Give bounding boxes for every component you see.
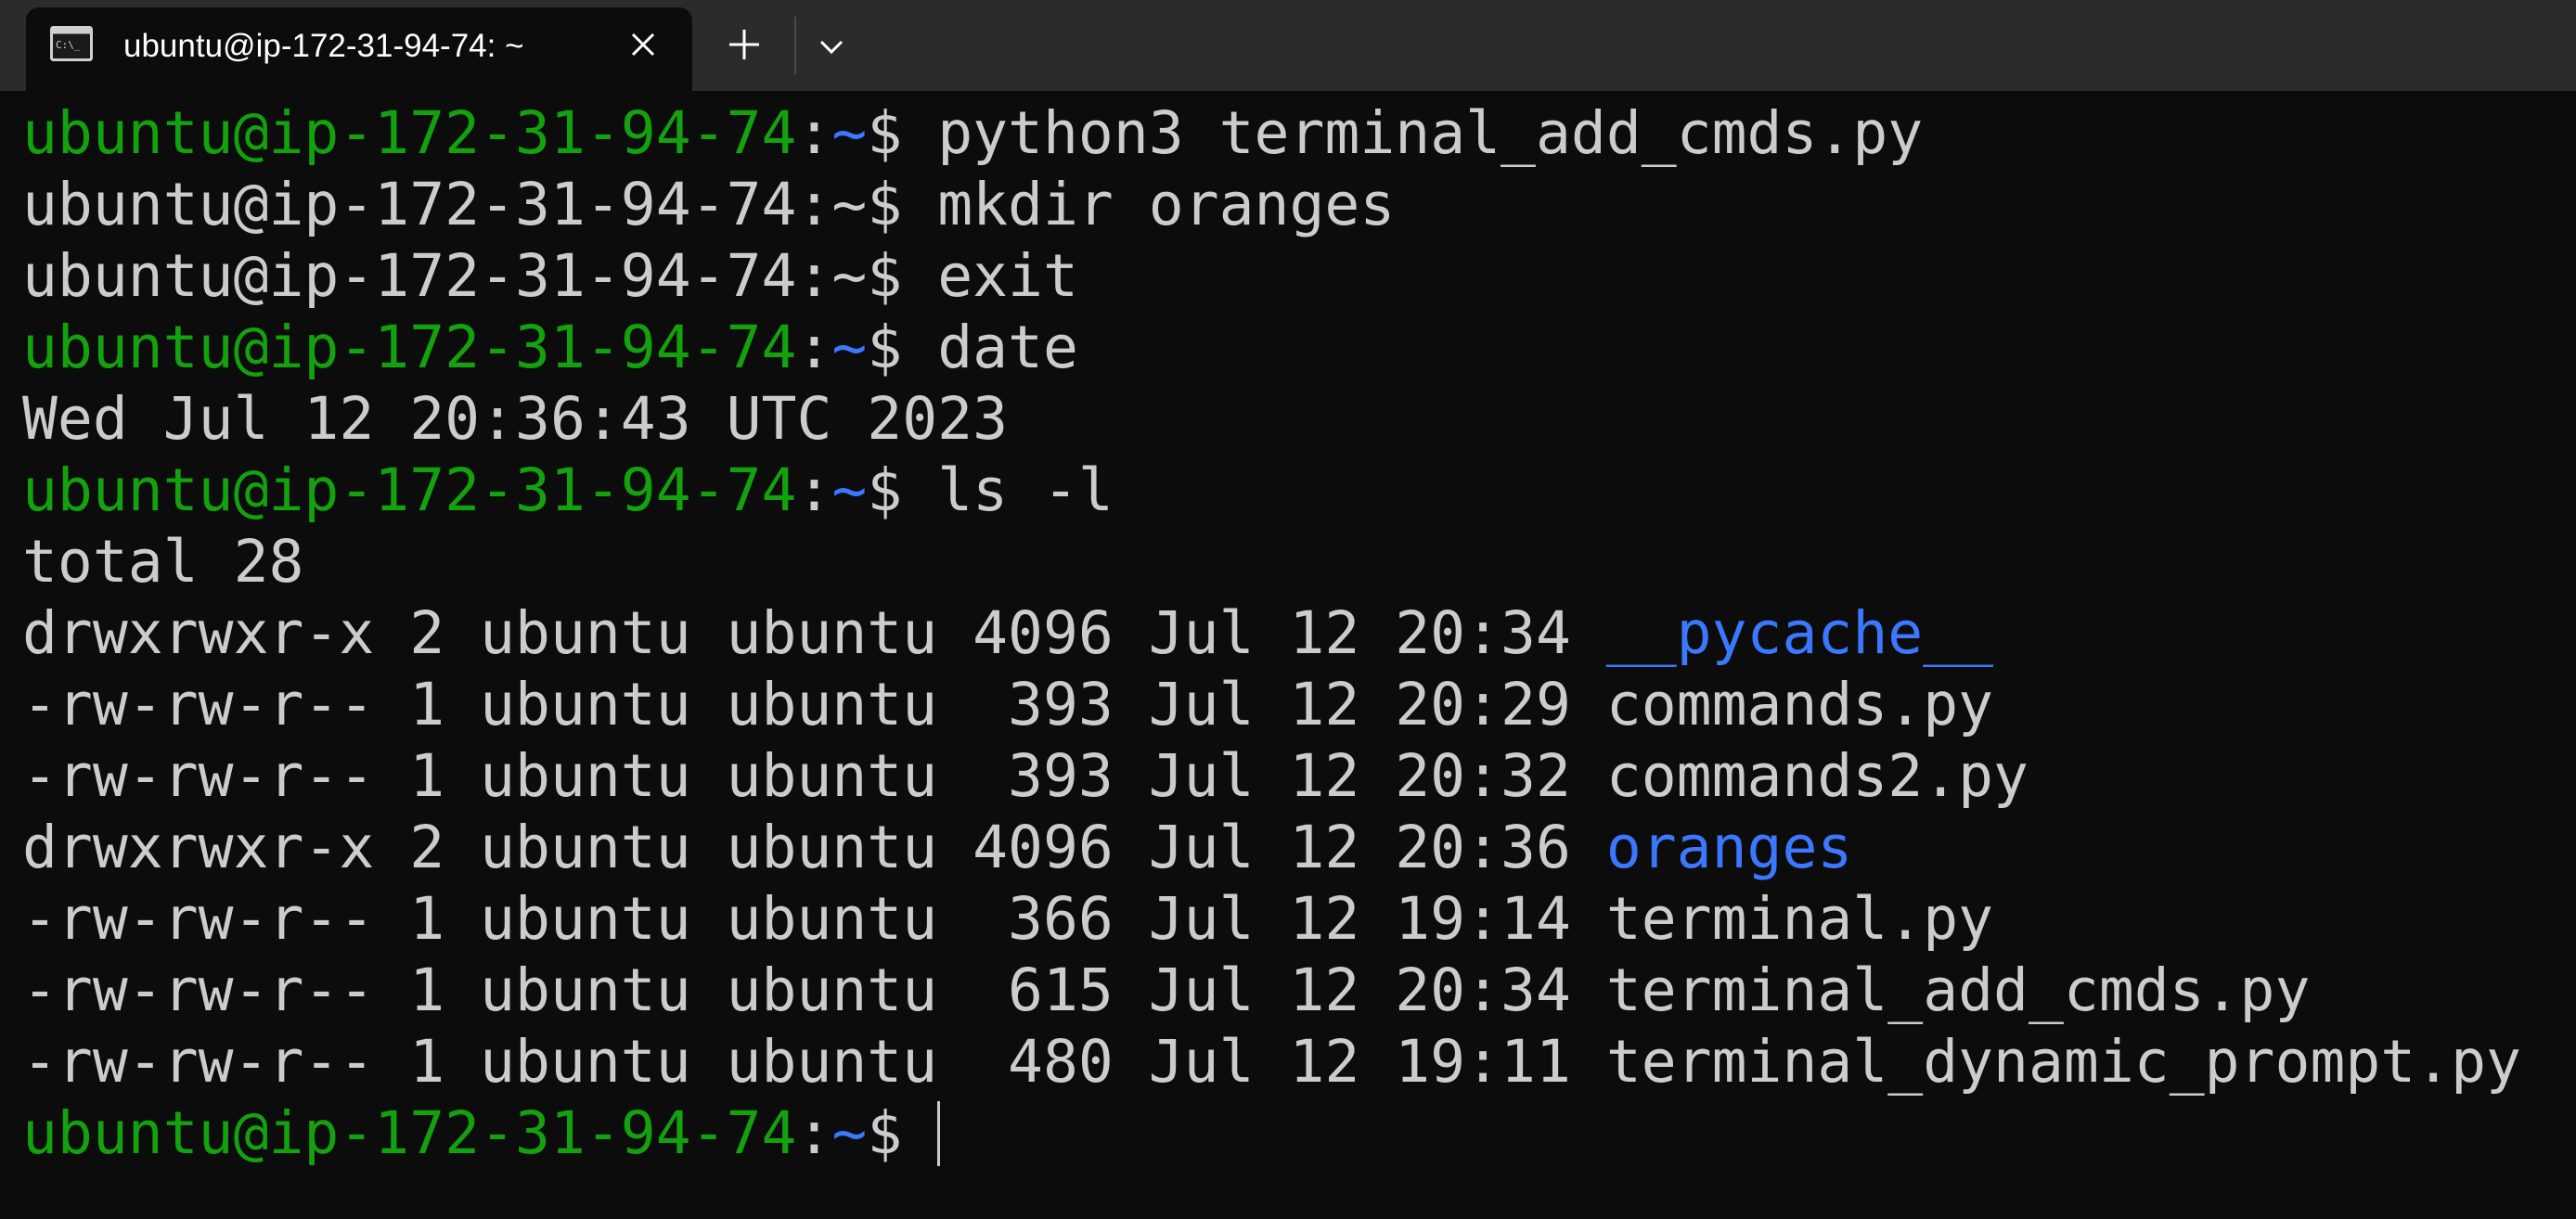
prompt-path: ~ [831,171,868,238]
prompt-line: ubuntu@ip-172-31-94-74:~$ mkdir oranges [22,170,1395,240]
directory-name: __pycache__ [1605,599,1994,667]
prompt-colon: : [796,171,832,238]
directory-name: oranges [1605,814,1853,881]
prompt-path: ~ [831,314,868,381]
prompt-path: ~ [831,1099,868,1167]
prompt-colon: : [796,242,832,310]
terminal-icon: C:\_ [50,26,93,61]
output-line: total 28 [22,527,303,597]
listing-row: drwxrwxr-x 2 ubuntu ubuntu 4096 Jul 12 2… [22,598,1993,669]
plus-icon[interactable] [726,26,763,63]
command-text: date [937,314,1078,381]
file-name: commands.py [1605,671,1994,738]
tab-terminal[interactable]: C:\_ ubuntu@ip-172-31-94-74: ~ [26,7,692,91]
listing-row: -rw-rw-r-- 1 ubuntu ubuntu 366 Jul 12 19… [22,884,1993,955]
tab-title: ubuntu@ip-172-31-94-74: ~ [123,28,524,64]
prompt-symbol: $ [867,242,938,310]
listing-meta: -rw-rw-r-- 1 ubuntu ubuntu 480 Jul 12 19… [22,1028,1606,1096]
listing-row: drwxrwxr-x 2 ubuntu ubuntu 4096 Jul 12 2… [22,813,1852,883]
command-text: mkdir oranges [937,171,1396,238]
listing-meta: drwxrwxr-x 2 ubuntu ubuntu 4096 Jul 12 2… [22,814,1606,881]
close-icon[interactable] [625,26,662,63]
prompt-line: ubuntu@ip-172-31-94-74:~$ ls -l [22,456,1114,526]
titlebar-divider [794,17,796,74]
output-text: total 28 [22,528,304,596]
prompt-colon: : [796,1099,832,1167]
file-name: commands2.py [1605,742,2029,810]
prompt-colon: : [796,314,832,381]
prompt-symbol: $ [867,99,938,167]
file-name: terminal.py [1605,885,1994,953]
command-text: exit [937,242,1078,310]
output-line: Wed Jul 12 20:36:43 UTC 2023 [22,384,1008,455]
prompt-path: ~ [831,99,868,167]
prompt-symbol: $ [867,456,938,524]
listing-meta: -rw-rw-r-- 1 ubuntu ubuntu 393 Jul 12 20… [22,671,1606,738]
prompt-line: ubuntu@ip-172-31-94-74:~$ exit [22,241,1078,312]
listing-meta: -rw-rw-r-- 1 ubuntu ubuntu 393 Jul 12 20… [22,742,1606,810]
prompt-line: ubuntu@ip-172-31-94-74:~$ [22,1098,941,1169]
command-text: ls -l [937,456,1114,524]
listing-meta: -rw-rw-r-- 1 ubuntu ubuntu 366 Jul 12 19… [22,885,1606,953]
prompt-path: ~ [831,456,868,524]
prompt-colon: : [796,99,832,167]
chevron-down-icon[interactable] [817,32,846,61]
listing-row: -rw-rw-r-- 1 ubuntu ubuntu 393 Jul 12 20… [22,670,1993,740]
text-cursor [937,1101,941,1166]
file-name: terminal_dynamic_prompt.py [1605,1028,2521,1096]
listing-meta: -rw-rw-r-- 1 ubuntu ubuntu 615 Jul 12 20… [22,956,1606,1024]
prompt-path: ~ [831,242,868,310]
prompt-line: ubuntu@ip-172-31-94-74:~$ python3 termin… [22,98,1923,169]
svg-text:C:\_: C:\_ [56,39,81,51]
prompt-symbol: $ [867,314,938,381]
prompt-user-host: ubuntu@ip-172-31-94-74 [22,171,797,238]
prompt-symbol: $ [867,1099,938,1167]
prompt-colon: : [796,456,832,524]
prompt-line: ubuntu@ip-172-31-94-74:~$ date [22,313,1078,383]
listing-row: -rw-rw-r-- 1 ubuntu ubuntu 480 Jul 12 19… [22,1027,2521,1097]
prompt-user-host: ubuntu@ip-172-31-94-74 [22,1099,797,1167]
prompt-user-host: ubuntu@ip-172-31-94-74 [22,242,797,310]
output-text: Wed Jul 12 20:36:43 UTC 2023 [22,385,1009,453]
file-name: terminal_add_cmds.py [1605,956,2311,1024]
prompt-user-host: ubuntu@ip-172-31-94-74 [22,99,797,167]
prompt-user-host: ubuntu@ip-172-31-94-74 [22,456,797,524]
listing-row: -rw-rw-r-- 1 ubuntu ubuntu 393 Jul 12 20… [22,741,2029,812]
listing-row: -rw-rw-r-- 1 ubuntu ubuntu 615 Jul 12 20… [22,956,2310,1026]
prompt-user-host: ubuntu@ip-172-31-94-74 [22,314,797,381]
command-text: python3 terminal_add_cmds.py [937,99,1924,167]
title-bar: C:\_ ubuntu@ip-172-31-94-74: ~ [0,0,2576,91]
terminal-output[interactable]: ubuntu@ip-172-31-94-74:~$ python3 termin… [0,91,2576,1219]
prompt-symbol: $ [867,171,938,238]
listing-meta: drwxrwxr-x 2 ubuntu ubuntu 4096 Jul 12 2… [22,599,1606,667]
